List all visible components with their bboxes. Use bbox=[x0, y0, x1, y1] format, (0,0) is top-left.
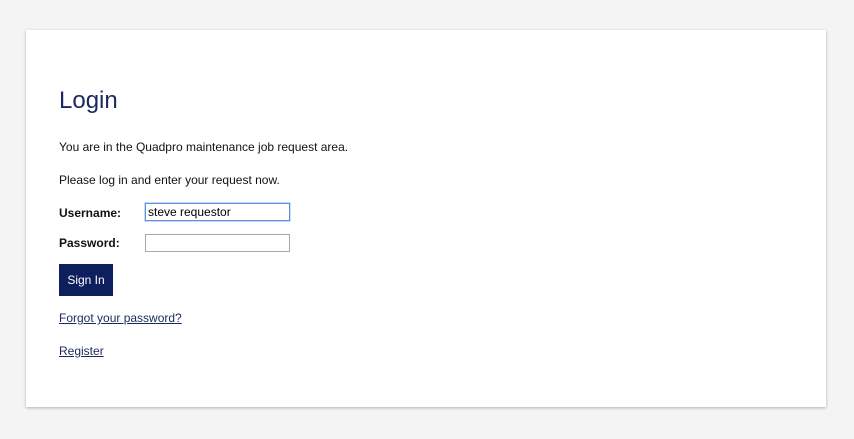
password-field[interactable] bbox=[145, 234, 290, 252]
register-link[interactable]: Register bbox=[59, 344, 104, 358]
username-field[interactable] bbox=[145, 203, 290, 221]
instruction-text: Please log in and enter your request now… bbox=[59, 173, 280, 187]
intro-text: You are in the Quadpro maintenance job r… bbox=[59, 140, 349, 154]
page-title: Login bbox=[59, 87, 118, 114]
sign-in-button[interactable]: Sign In bbox=[59, 264, 113, 296]
login-card: Login You are in the Quadpro maintenance… bbox=[26, 30, 826, 407]
forgot-password-link[interactable]: Forgot your password? bbox=[59, 311, 182, 325]
username-label: Username: bbox=[59, 206, 122, 220]
password-label: Password: bbox=[59, 236, 120, 250]
